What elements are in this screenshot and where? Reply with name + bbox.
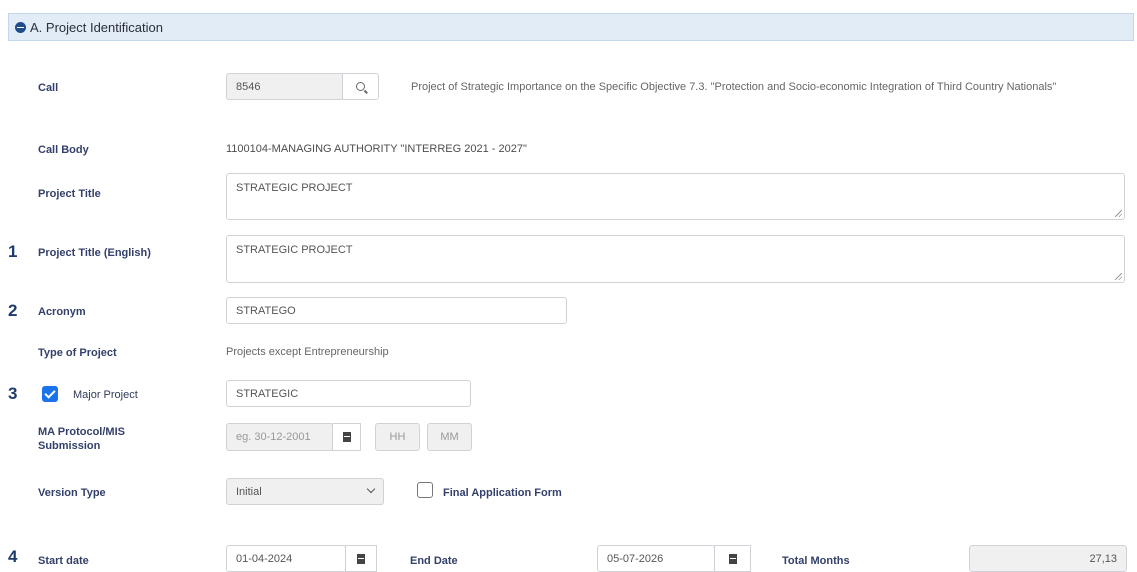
project-title-textarea[interactable]: STRATEGIC PROJECT <box>226 173 1125 220</box>
ma-protocol-calendar-button[interactable] <box>332 423 361 451</box>
minute-input[interactable]: MM <box>427 423 472 451</box>
ma-protocol-date-input[interactable]: eg. 30-12-2001 <box>226 423 333 451</box>
section-title: A. Project Identification <box>30 19 163 35</box>
start-date-calendar-button[interactable] <box>345 545 377 572</box>
end-date-input[interactable]: 05-07-2026 <box>597 545 715 572</box>
ma-protocol-label-line1: MA Protocol/MIS <box>38 426 125 438</box>
search-icon <box>356 82 365 91</box>
acronym-input[interactable]: STRATEGO <box>226 297 567 324</box>
call-search-button[interactable] <box>342 73 379 100</box>
version-type-selected: Initial <box>236 485 262 498</box>
total-months-output: 27,13 <box>969 545 1127 572</box>
version-type-label: Version Type <box>38 487 106 499</box>
call-body-value: 1100104-MANAGING AUTHORITY "INTERREG 202… <box>226 143 527 155</box>
ma-protocol-label-line2: Submission <box>38 440 101 452</box>
step-number-4: 4 <box>8 547 18 566</box>
call-description: Project of Strategic Importance on the S… <box>411 81 1057 93</box>
final-application-checkbox[interactable] <box>417 482 433 498</box>
resize-handle[interactable] <box>1115 273 1122 280</box>
resize-handle[interactable] <box>1115 210 1122 217</box>
calendar-icon <box>728 553 737 564</box>
hour-input[interactable]: HH <box>375 423 420 451</box>
call-body-label: Call Body <box>38 144 89 156</box>
start-date-input[interactable]: 01-04-2024 <box>226 545 346 572</box>
project-title-text: STRATEGIC PROJECT <box>236 182 353 194</box>
major-project-label: Major Project <box>73 389 138 401</box>
project-title-english-label: Project Title (English) <box>38 247 151 259</box>
collapse-icon[interactable] <box>15 21 26 33</box>
step-number-1: 1 <box>8 242 18 261</box>
project-title-english-textarea[interactable]: STRATEGIC PROJECT <box>226 235 1125 283</box>
calendar-icon <box>342 432 351 442</box>
chevron-down-icon <box>366 484 376 494</box>
major-project-checkbox[interactable] <box>42 386 58 402</box>
section-header-project-identification[interactable]: A. Project Identification <box>8 13 1134 41</box>
call-input[interactable]: 8546 <box>226 73 343 100</box>
acronym-label: Acronym <box>38 306 86 318</box>
type-of-project-label: Type of Project <box>38 347 117 359</box>
call-label: Call <box>38 82 59 94</box>
final-application-label: Final Application Form <box>443 487 562 499</box>
step-number-2: 2 <box>8 301 18 320</box>
end-date-calendar-button[interactable] <box>714 545 751 572</box>
major-project-input[interactable]: STRATEGIC <box>226 380 471 407</box>
step-number-3: 3 <box>8 384 18 403</box>
project-title-label: Project Title <box>38 188 101 200</box>
version-type-select[interactable]: Initial <box>226 478 384 505</box>
calendar-icon <box>357 553 365 564</box>
project-title-english-text: STRATEGIC PROJECT <box>236 244 353 256</box>
type-of-project-value: Projects except Entrepreneurship <box>226 346 389 358</box>
